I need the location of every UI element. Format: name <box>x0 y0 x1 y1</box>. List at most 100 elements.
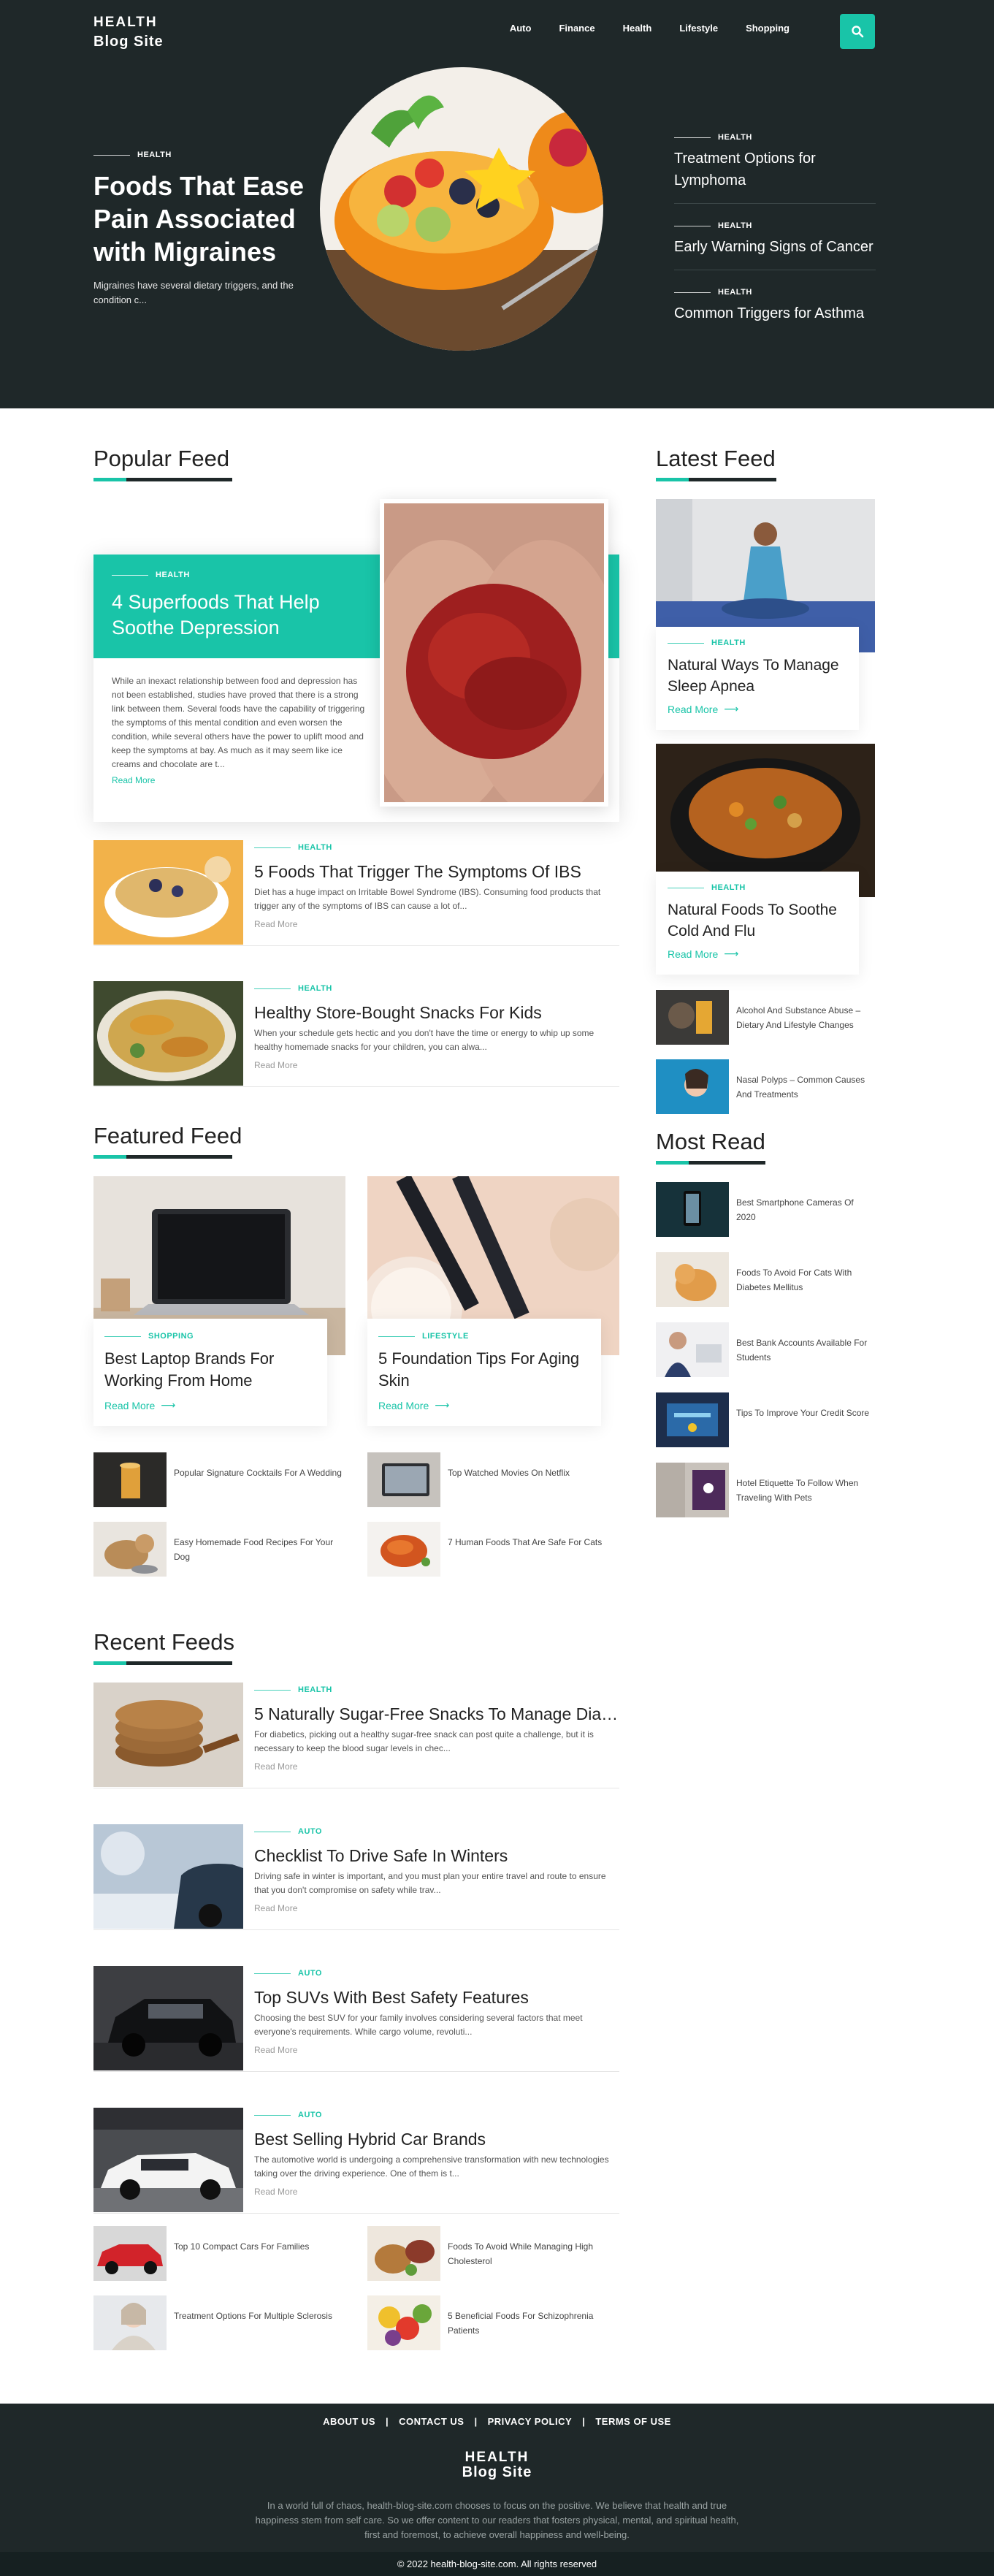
post-thumbnail[interactable] <box>93 2295 167 2350</box>
post-title[interactable]: 5 Foundation Tips For Aging Skin <box>378 1348 590 1392</box>
post-category[interactable]: AUTO <box>254 2111 619 2119</box>
post-title[interactable]: 5 Foods That Trigger The Symptoms Of IBS <box>254 861 619 883</box>
post-title[interactable]: Popular Signature Cocktails For A Weddin… <box>174 1466 342 1480</box>
list-item[interactable]: AUTO Top SUVs With Best Safety Features … <box>93 1966 619 2072</box>
hero-side-item[interactable]: HEALTH Early Warning Signs of Cancer <box>674 221 876 270</box>
post-thumbnail[interactable] <box>93 2108 243 2212</box>
hero-side-category[interactable]: HEALTH <box>674 133 876 142</box>
post-thumbnail[interactable] <box>93 1452 167 1507</box>
post-thumbnail[interactable] <box>93 1522 167 1577</box>
post-thumbnail[interactable] <box>93 1824 243 1929</box>
post-category[interactable]: HEALTH <box>112 571 190 579</box>
post-thumbnail[interactable] <box>656 1252 729 1307</box>
post-thumbnail[interactable] <box>656 990 729 1045</box>
post-thumbnail[interactable] <box>93 1683 243 1787</box>
post-title[interactable]: Treatment Options For Multiple Sclerosis <box>174 2309 342 2323</box>
post-image[interactable] <box>380 499 608 807</box>
post-title[interactable]: 5 Beneficial Foods For Schizophrenia Pat… <box>448 2309 616 2338</box>
list-item[interactable]: Tips To Improve Your Credit Score <box>656 1392 875 1447</box>
footer-link-privacy[interactable]: PRIVACY POLICY <box>478 2416 583 2427</box>
list-item[interactable]: HEALTH Healthy Store-Bought Snacks For K… <box>93 981 619 1087</box>
post-title[interactable]: 4 Superfoods That Help Soothe Depression <box>112 590 367 641</box>
footer-link-contact[interactable]: CONTACT US <box>389 2416 474 2427</box>
post-thumbnail[interactable] <box>367 2226 440 2281</box>
read-more-link[interactable]: Read More <box>254 1761 619 1772</box>
hero-side-item[interactable]: HEALTH Treatment Options for Lymphoma <box>674 133 876 204</box>
hero-side-category[interactable]: HEALTH <box>674 288 876 297</box>
list-item[interactable]: Alcohol And Substance Abuse – Dietary An… <box>656 990 875 1045</box>
post-title[interactable]: Top 10 Compact Cars For Families <box>174 2239 342 2254</box>
list-item[interactable]: Hotel Etiquette To Follow When Traveling… <box>656 1463 875 1517</box>
post-thumbnail[interactable] <box>656 1059 729 1114</box>
list-item[interactable]: Foods To Avoid For Cats With Diabetes Me… <box>656 1252 875 1307</box>
post-title[interactable]: Best Bank Accounts Available For Student… <box>736 1335 875 1365</box>
hero-side-title[interactable]: Early Warning Signs of Cancer <box>674 236 876 258</box>
post-thumbnail[interactable] <box>367 2295 440 2350</box>
read-more-link[interactable]: Read More ⟶ <box>668 948 847 960</box>
nav-item-auto[interactable]: Auto <box>510 23 532 34</box>
post-title[interactable]: Top SUVs With Best Safety Features <box>254 1986 619 2008</box>
list-item[interactable]: AUTO Checklist To Drive Safe In Winters … <box>93 1824 619 1930</box>
footer-link-about[interactable]: ABOUT US <box>313 2416 386 2427</box>
site-logo[interactable]: HEALTH Blog Site <box>93 13 164 51</box>
list-item[interactable]: HEALTH 5 Foods That Trigger The Symptoms… <box>93 840 619 946</box>
post-category[interactable]: AUTO <box>254 1969 619 1978</box>
nav-item-health[interactable]: Health <box>623 23 652 34</box>
post-category[interactable]: SHOPPING <box>104 1332 316 1341</box>
post-category[interactable]: LIFESTYLE <box>378 1332 590 1341</box>
list-item[interactable]: Foods To Avoid While Managing High Chole… <box>367 2226 619 2281</box>
hero-side-title[interactable]: Common Triggers for Asthma <box>674 302 876 324</box>
list-item[interactable]: 5 Beneficial Foods For Schizophrenia Pat… <box>367 2295 619 2350</box>
read-more-link[interactable]: Read More ⟶ <box>378 1399 590 1411</box>
post-thumbnail[interactable] <box>93 2226 167 2281</box>
post-title[interactable]: Best Laptop Brands For Working From Home <box>104 1348 316 1392</box>
post-title[interactable]: Tips To Improve Your Credit Score <box>736 1406 875 1420</box>
post-title[interactable]: Natural Foods To Soothe Cold And Flu <box>668 899 847 942</box>
post-thumbnail[interactable] <box>367 1452 440 1507</box>
post-title[interactable]: 7 Human Foods That Are Safe For Cats <box>448 1535 616 1550</box>
read-more-link[interactable]: Read More <box>254 1903 619 1913</box>
post-title[interactable]: Checklist To Drive Safe In Winters <box>254 1845 619 1867</box>
post-title[interactable]: Best Selling Hybrid Car Brands <box>254 2128 619 2150</box>
list-item[interactable]: Treatment Options For Multiple Sclerosis <box>93 2295 345 2350</box>
footer-logo[interactable]: HEALTH Blog Site <box>0 2450 994 2480</box>
post-title[interactable]: Foods To Avoid For Cats With Diabetes Me… <box>736 1265 875 1295</box>
post-title[interactable]: Alcohol And Substance Abuse – Dietary An… <box>736 1003 875 1032</box>
hero-side-title[interactable]: Treatment Options for Lymphoma <box>674 148 876 191</box>
hero-image[interactable] <box>320 67 603 351</box>
featured-card[interactable]: SHOPPING Best Laptop Brands For Working … <box>93 1176 345 1426</box>
post-title[interactable]: 5 Naturally Sugar-Free Snacks To Manage … <box>254 1703 619 1725</box>
list-item[interactable]: Best Bank Accounts Available For Student… <box>656 1322 875 1377</box>
post-title[interactable]: Best Smartphone Cameras Of 2020 <box>736 1195 875 1224</box>
post-thumbnail[interactable] <box>93 840 243 945</box>
read-more-link[interactable]: Read More <box>254 919 619 929</box>
post-category[interactable]: HEALTH <box>254 1685 619 1694</box>
post-thumbnail[interactable] <box>656 1182 729 1237</box>
post-category[interactable]: AUTO <box>254 1827 619 1836</box>
list-item[interactable]: Nasal Polyps – Common Causes And Treatme… <box>656 1059 875 1114</box>
read-more-link[interactable]: Read More <box>254 2045 619 2055</box>
list-item[interactable]: HEALTH 5 Naturally Sugar-Free Snacks To … <box>93 1683 619 1788</box>
latest-card[interactable]: HEALTH Natural Foods To Soothe Cold And … <box>656 744 875 975</box>
read-more-link[interactable]: Read More ⟶ <box>104 1399 316 1411</box>
read-more-link[interactable]: Read More <box>112 774 371 788</box>
list-item[interactable]: AUTO Best Selling Hybrid Car Brands The … <box>93 2108 619 2214</box>
nav-item-lifestyle[interactable]: Lifestyle <box>679 23 718 34</box>
post-thumbnail[interactable] <box>656 1392 729 1447</box>
popular-featured-card[interactable]: HEALTH 4 Superfoods That Help Soothe Dep… <box>93 499 619 822</box>
nav-item-shopping[interactable]: Shopping <box>746 23 790 34</box>
read-more-link[interactable]: Read More ⟶ <box>668 703 847 715</box>
post-thumbnail[interactable] <box>656 1463 729 1517</box>
post-category[interactable]: HEALTH <box>668 639 847 647</box>
post-thumbnail[interactable] <box>93 981 243 1086</box>
post-title[interactable]: Top Watched Movies On Netflix <box>448 1466 616 1480</box>
list-item[interactable]: 7 Human Foods That Are Safe For Cats <box>367 1522 619 1577</box>
post-title[interactable]: Hotel Etiquette To Follow When Traveling… <box>736 1476 875 1505</box>
post-title[interactable]: Foods To Avoid While Managing High Chole… <box>448 2239 616 2268</box>
latest-card[interactable]: HEALTH Natural Ways To Manage Sleep Apne… <box>656 499 875 730</box>
list-item[interactable]: Popular Signature Cocktails For A Weddin… <box>93 1452 345 1507</box>
featured-card[interactable]: LIFESTYLE 5 Foundation Tips For Aging Sk… <box>367 1176 619 1426</box>
hero-side-category[interactable]: HEALTH <box>674 221 876 230</box>
hero-category[interactable]: HEALTH <box>93 150 320 159</box>
post-thumbnail[interactable] <box>367 1522 440 1577</box>
